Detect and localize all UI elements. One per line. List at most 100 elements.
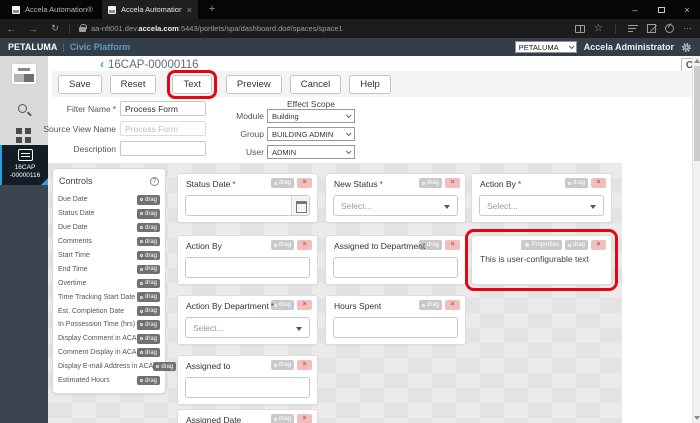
select-input[interactable]: Select... <box>333 195 458 216</box>
control-list-item[interactable]: Status Datedrag <box>53 207 165 221</box>
group-select[interactable]: BUILDING ADMIN <box>267 127 355 141</box>
drag-badge[interactable]: drag <box>137 237 160 247</box>
control-list-item[interactable]: Start Timedrag <box>53 249 165 263</box>
remove-badge[interactable]: × <box>591 178 606 188</box>
remove-badge[interactable]: × <box>297 240 312 250</box>
scrollbar-thumb[interactable] <box>694 66 700 161</box>
product-name-link[interactable]: Civic Platform <box>70 42 131 52</box>
control-list-item[interactable]: Display E-mail Address in ACAdrag <box>53 360 165 374</box>
drag-badge[interactable]: drag <box>137 223 160 233</box>
forward-icon[interactable]: → <box>22 24 44 34</box>
close-tab-icon[interactable]: × <box>187 5 192 15</box>
control-item-label: Overtime <box>58 280 86 287</box>
select-placeholder: Select... <box>341 201 372 211</box>
control-list-item[interactable]: Display Comment in ACAdrag <box>53 332 165 346</box>
properties-badge[interactable]: Properties <box>521 240 562 250</box>
reading-view-icon[interactable] <box>575 25 585 33</box>
web-note-icon[interactable] <box>647 24 656 33</box>
drag-badge[interactable]: drag <box>137 348 160 358</box>
drag-badge[interactable]: drag <box>271 360 294 370</box>
user-select[interactable]: ADMIN <box>267 145 355 159</box>
description-input[interactable] <box>120 141 206 156</box>
module-select[interactable]: Building <box>267 109 355 123</box>
select-input[interactable]: Select... <box>185 317 310 338</box>
maximize-button[interactable] <box>648 0 674 19</box>
scroll-down-icon[interactable] <box>694 416 700 420</box>
drag-badge[interactable]: drag <box>137 279 160 289</box>
remove-badge[interactable]: × <box>297 178 312 188</box>
drag-badge[interactable]: drag <box>137 292 160 302</box>
control-list-item[interactable]: In Possession Time (hrs)drag <box>53 318 165 332</box>
hub-icon[interactable] <box>628 25 638 32</box>
control-list-item[interactable]: Overtime drag <box>53 276 165 290</box>
drag-badge[interactable]: drag <box>137 376 160 386</box>
drag-badge[interactable]: drag <box>565 178 588 188</box>
gear-icon[interactable] <box>681 42 692 53</box>
remove-badge[interactable]: × <box>445 240 460 250</box>
remove-badge[interactable]: × <box>297 414 312 423</box>
drag-badge[interactable]: drag <box>137 265 160 275</box>
search-icon[interactable] <box>18 104 27 113</box>
drag-badge[interactable]: drag <box>419 300 442 310</box>
drag-badge[interactable]: drag <box>137 195 160 205</box>
back-chevron-icon[interactable]: ‹ <box>100 57 104 71</box>
drag-badge[interactable]: drag <box>271 178 294 188</box>
drag-badge[interactable]: drag <box>419 178 442 188</box>
filter-name-input[interactable] <box>120 101 206 116</box>
drag-badge[interactable]: drag <box>137 334 160 344</box>
text-input[interactable] <box>333 257 458 278</box>
minimize-button[interactable]: – <box>622 0 648 19</box>
drag-badge[interactable]: drag <box>271 300 294 310</box>
control-list-item[interactable]: End Timedrag <box>53 262 165 276</box>
reset-button[interactable]: Reset <box>110 75 157 94</box>
cancel-button[interactable]: Cancel <box>290 75 342 94</box>
control-list-item[interactable]: Est. Completion Datedrag <box>53 304 165 318</box>
date-input[interactable] <box>185 195 310 216</box>
page-scrollbar[interactable] <box>692 56 700 423</box>
text-input[interactable] <box>333 317 458 338</box>
calendar-icon[interactable] <box>291 196 309 215</box>
preview-button[interactable]: Preview <box>226 75 282 94</box>
browser-tab-inactive[interactable]: Accela Automation® <box>6 0 100 19</box>
agency-select[interactable]: PETALUMA <box>515 41 577 53</box>
remove-badge[interactable]: × <box>445 178 460 188</box>
help-icon[interactable]: ? <box>150 177 159 186</box>
apps-grid-icon[interactable] <box>16 128 32 144</box>
share-icon[interactable] <box>665 24 674 33</box>
control-list-item[interactable]: Due Datedrag <box>53 193 165 207</box>
control-list-item[interactable]: Due Datedrag <box>53 221 165 235</box>
remove-badge[interactable]: × <box>297 300 312 310</box>
favorites-star-icon[interactable]: ☆ <box>594 24 603 34</box>
text-input[interactable] <box>185 377 310 398</box>
new-tab-button[interactable]: + <box>204 0 220 19</box>
drag-badge[interactable]: drag <box>271 240 294 250</box>
text-input[interactable] <box>185 257 310 278</box>
text-button[interactable]: Text <box>172 75 211 94</box>
save-button[interactable]: Save <box>58 75 102 94</box>
remove-badge[interactable]: × <box>591 240 606 250</box>
drag-badge[interactable]: drag <box>137 306 160 316</box>
drag-handle-icon <box>140 268 143 271</box>
url-text[interactable]: aa-nft001.dev.accela.com:5443/portlets/s… <box>91 24 343 33</box>
more-icon[interactable]: ⋯ <box>683 23 693 34</box>
control-list-item[interactable]: Comment Display in ACAdrag <box>53 346 165 360</box>
logged-in-user[interactable]: Accela Administrator <box>584 42 674 52</box>
drag-badge[interactable]: drag <box>565 240 588 250</box>
control-list-item[interactable]: Estimated Hoursdrag <box>53 374 165 388</box>
launchpad-icon[interactable] <box>12 64 36 84</box>
browser-tab-active[interactable]: Accela Automation® × <box>102 0 198 19</box>
drag-badge[interactable]: drag <box>137 251 160 261</box>
drag-badge[interactable]: drag <box>137 209 160 219</box>
control-list-item[interactable]: Time Tracking Start Datedrag <box>53 290 165 304</box>
remove-badge[interactable]: × <box>445 300 460 310</box>
back-icon[interactable]: ← <box>0 24 22 34</box>
help-button[interactable]: Help <box>349 75 391 94</box>
drag-badge[interactable]: drag <box>137 320 160 330</box>
drag-badge[interactable]: drag <box>271 414 294 423</box>
scroll-up-icon[interactable] <box>694 59 700 63</box>
select-input[interactable]: Select... <box>479 195 604 216</box>
refresh-icon[interactable]: ↻ <box>44 23 66 34</box>
control-list-item[interactable]: Commentsdrag <box>53 235 165 249</box>
remove-badge[interactable]: × <box>297 360 312 370</box>
close-window-button[interactable]: × <box>674 0 700 19</box>
